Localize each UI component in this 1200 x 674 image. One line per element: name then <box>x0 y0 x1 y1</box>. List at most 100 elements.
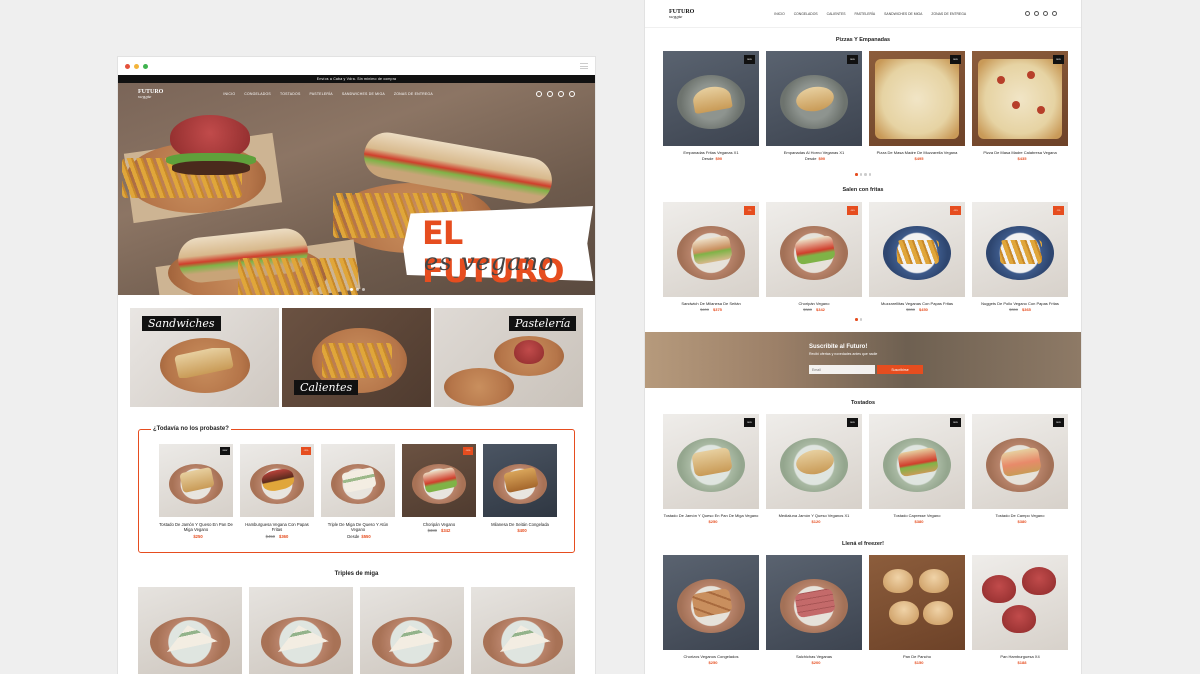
product-name[interactable]: Sandwich De Milanesa De Seitán <box>663 301 759 306</box>
product-name[interactable]: Tostado De Campo Vegano <box>972 513 1068 518</box>
search-icon[interactable] <box>536 91 542 97</box>
product-image[interactable] <box>766 555 862 650</box>
product-image[interactable]: NEW <box>972 414 1068 509</box>
menu-item-congelados[interactable]: Congelados <box>794 12 818 16</box>
product-image[interactable] <box>663 555 759 650</box>
product-card[interactable]: NEW Tostado De Jamón Y Queso En Pan De M… <box>159 444 233 539</box>
product-card[interactable] <box>249 587 353 674</box>
product-name[interactable]: Chorizos Veganos Congelados <box>663 654 759 659</box>
product-card[interactable]: -5% Sandwich De Milanesa De Seitán $400 $… <box>663 202 759 312</box>
slider-arrow-icon[interactable]: « <box>548 215 555 229</box>
product-card[interactable] <box>360 587 464 674</box>
menu-item-calientes[interactable]: Calientes <box>827 12 846 16</box>
category-calientes[interactable]: Calientes <box>282 308 431 407</box>
menu-item-inicio[interactable]: Inicio <box>774 12 784 16</box>
product-card[interactable]: -20% Hamburguesa Vegana Con Papas Fritas… <box>240 444 314 539</box>
product-name[interactable]: Pan De Pancho <box>869 654 965 659</box>
product-name[interactable]: Salchichas Veganas <box>766 654 862 659</box>
product-card[interactable] <box>138 587 242 674</box>
product-name[interactable]: Tostado De Jamón Y Queso En Pan De Miga … <box>159 522 233 533</box>
product-card[interactable]: NEW Tostado De Jamón Y Queso En Pan De M… <box>663 414 759 524</box>
product-name[interactable]: Medialuna Jamón Y Queso Veganos X1 <box>766 513 862 518</box>
product-name[interactable]: Muzzarellitas Veganas Con Papas Fritas <box>869 301 965 306</box>
product-image[interactable]: NEW <box>663 51 759 146</box>
carousel-dot[interactable] <box>864 173 867 176</box>
menu-item-sandwiches[interactable]: Sandwiches de miga <box>884 12 922 16</box>
product-name[interactable]: Pizza De Masa Madre De Muzzarella Vegana <box>869 150 965 155</box>
product-image[interactable]: NEW <box>766 51 862 146</box>
heart-icon[interactable] <box>558 91 564 97</box>
product-card[interactable]: -5% Nuggets De Pollo Vegano Con Papas Fr… <box>972 202 1068 312</box>
product-image[interactable]: -15% <box>869 202 965 297</box>
product-card[interactable] <box>471 587 575 674</box>
menu-item-pasteleria[interactable]: Pastelería <box>309 92 332 96</box>
product-card[interactable]: NEW Empanadas Al Horno Veganas X1 Desde $… <box>766 51 862 161</box>
product-card[interactable]: -10% Choripán Vegano $380 $342 <box>766 202 862 312</box>
product-card[interactable]: NEW Tostado De Campo Vegano $380 <box>972 414 1068 524</box>
product-card[interactable]: -15% Muzzarellitas Veganas Con Papas Fri… <box>869 202 965 312</box>
product-name[interactable]: Triple De Miga De Queso Y Atún Vegano <box>321 522 395 533</box>
site-logo[interactable]: FUTURO veggie <box>669 9 694 19</box>
slider-dot[interactable] <box>362 288 365 291</box>
product-image[interactable]: NEW <box>869 414 965 509</box>
cart-icon[interactable] <box>569 91 575 97</box>
product-image[interactable]: -20% <box>240 444 314 517</box>
product-image[interactable] <box>869 555 965 650</box>
menu-item-zonas[interactable]: Zonas de entrega <box>394 92 433 96</box>
product-image[interactable]: NEW <box>766 414 862 509</box>
close-window-icon[interactable] <box>125 63 130 69</box>
product-image[interactable]: NEW <box>972 51 1068 146</box>
menu-item-tostados[interactable]: Tostados <box>280 92 301 96</box>
carousel-dot[interactable] <box>855 173 858 176</box>
product-name[interactable]: Tostado De Jamón Y Queso En Pan De Miga … <box>663 513 759 518</box>
product-image[interactable] <box>321 444 395 517</box>
category-sandwiches[interactable]: Sandwiches <box>130 308 279 407</box>
product-name[interactable]: Pizza De Masa Madre Calabresa Vegana <box>972 150 1068 155</box>
product-image[interactable] <box>972 555 1068 650</box>
product-card[interactable]: Milanesa De Seitán Congelada $400 <box>483 444 557 539</box>
product-card[interactable]: Salchichas Veganas $200 <box>766 555 862 665</box>
product-image[interactable]: -10% <box>402 444 476 517</box>
product-name[interactable]: Choripán Vegano <box>766 301 862 306</box>
product-card[interactable]: Pan De Pancho $150 <box>869 555 965 665</box>
user-icon[interactable] <box>547 91 553 97</box>
product-image[interactable]: NEW <box>159 444 233 517</box>
product-image[interactable]: -10% <box>766 202 862 297</box>
product-name[interactable]: Tostado Capresse Vegano <box>869 513 965 518</box>
category-pasteleria[interactable]: Pastelería <box>434 308 583 407</box>
product-card[interactable]: Triple De Miga De Queso Y Atún Vegano De… <box>321 444 395 539</box>
product-card[interactable]: -10% Choripán Vegano $380 $342 <box>402 444 476 539</box>
product-name[interactable]: Empanadas Fritas Veganas X1 <box>663 150 759 155</box>
carousel-dot[interactable] <box>859 173 862 176</box>
search-icon[interactable] <box>1025 11 1030 16</box>
carousel-dot[interactable] <box>855 318 858 321</box>
menu-item-pasteleria[interactable]: Pastelería <box>855 12 876 16</box>
product-image[interactable]: -5% <box>663 202 759 297</box>
product-name[interactable]: Hamburguesa Vegana Con Papas Fritas <box>240 522 314 533</box>
user-icon[interactable] <box>1034 11 1039 16</box>
menu-item-congelados[interactable]: Congelados <box>244 92 271 96</box>
product-image[interactable] <box>483 444 557 517</box>
minimize-window-icon[interactable] <box>134 63 139 69</box>
slider-dot[interactable] <box>356 288 359 291</box>
product-name[interactable]: Pan Hamburguesa X4 <box>972 654 1068 659</box>
cart-icon[interactable] <box>1052 11 1057 16</box>
menu-item-inicio[interactable]: Inicio <box>223 92 235 96</box>
product-name[interactable]: Empanadas Al Horno Veganas X1 <box>766 150 862 155</box>
hamburger-menu-icon[interactable] <box>580 63 588 69</box>
menu-item-zonas[interactable]: Zonas de entrega <box>931 12 966 16</box>
product-card[interactable]: NEW Empanadas Fritas Veganas X1 Desde $90 <box>663 51 759 161</box>
product-card[interactable]: Chorizos Veganos Congelados $250 <box>663 555 759 665</box>
product-image[interactable]: -5% <box>972 202 1068 297</box>
menu-item-sandwiches[interactable]: Sandwiches de miga <box>342 92 385 96</box>
product-card[interactable]: NEW Pizza De Masa Madre De Muzzarella Ve… <box>869 51 965 161</box>
carousel-dot[interactable] <box>859 318 862 321</box>
product-card[interactable]: Pan Hamburguesa X4 $188 <box>972 555 1068 665</box>
product-name[interactable]: Milanesa De Seitán Congelada <box>483 522 557 527</box>
heart-icon[interactable] <box>1043 11 1048 16</box>
maximize-window-icon[interactable] <box>143 63 148 69</box>
site-logo[interactable]: FUTURO veggie <box>138 89 163 99</box>
product-image[interactable]: NEW <box>869 51 965 146</box>
product-image[interactable]: NEW <box>663 414 759 509</box>
product-card[interactable]: NEW Pizza De Masa Madre Calabresa Vegana… <box>972 51 1068 161</box>
